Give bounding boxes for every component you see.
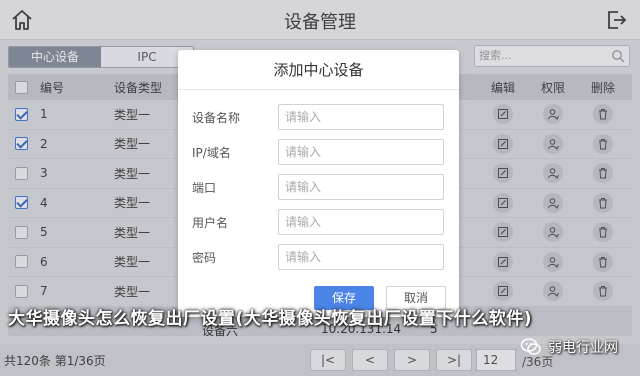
device-name-input[interactable]: 请输入 [278,104,444,130]
field-label: IP/域名 [192,146,231,160]
port-input[interactable]: 请输入 [278,174,444,200]
field-label: 用户名 [192,216,229,230]
article-caption: 大华摄像头怎么恢复出厂设置(大华摄像头恢复出厂设置下什么软件) [8,309,533,329]
watermark-text: 弱电行业网 [548,340,618,356]
field-label: 端口 [192,181,217,195]
username-input[interactable]: 请输入 [278,209,444,235]
field-label: 密码 [192,251,217,265]
field-password: 密码 请输入 [192,244,446,270]
field-port: 端口 请输入 [192,174,446,200]
field-label: 设备名称 [192,111,241,125]
field-device-name: 设备名称 请输入 [192,104,446,130]
password-input[interactable]: 请输入 [278,244,444,270]
ip-input[interactable]: 请输入 [278,139,444,165]
field-username: 用户名 请输入 [192,209,446,235]
dialog-title: 添加中心设备 [178,50,459,90]
field-ip: IP/域名 请输入 [192,139,446,165]
add-device-dialog: 添加中心设备 设备名称 请输入 IP/域名 请输入 端口 请输入 用户名 请输入… [178,50,459,317]
wechat-icon [520,338,541,355]
watermark: 弱电行业网 [520,336,618,358]
